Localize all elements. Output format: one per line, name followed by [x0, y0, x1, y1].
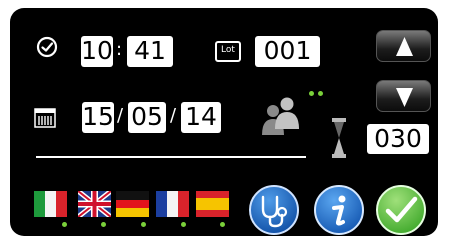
service-button[interactable]	[249, 185, 299, 235]
flag-english-button[interactable]	[76, 189, 113, 219]
lot-icon-label: Lot	[221, 45, 235, 55]
day-field[interactable]: 15	[82, 102, 114, 133]
month-field[interactable]: 05	[128, 102, 166, 133]
year-field[interactable]: 14	[181, 102, 221, 133]
arrow-down-icon	[396, 88, 413, 107]
users-icon[interactable]	[258, 91, 310, 141]
minutes-field[interactable]: 41	[127, 36, 173, 67]
language-indicator-dot	[141, 222, 146, 227]
language-indicator-dot	[101, 222, 106, 227]
language-indicator-dot	[62, 222, 67, 227]
down-button[interactable]	[376, 80, 431, 112]
uk-flag-icon	[76, 189, 113, 219]
time-separator: :	[116, 39, 123, 60]
spain-flag-icon	[196, 191, 229, 217]
lot-icon: Lot	[215, 41, 241, 62]
counter-field[interactable]: 030	[367, 124, 429, 154]
france-flag-icon	[156, 191, 189, 217]
date-separator-2: /	[170, 105, 177, 126]
users-indicator-dot	[309, 91, 314, 96]
hours-field[interactable]: 10	[81, 36, 113, 67]
language-indicator-dot	[181, 222, 186, 227]
flag-german-button[interactable]	[116, 191, 149, 217]
confirm-button[interactable]	[376, 185, 426, 235]
lot-field[interactable]: 001	[255, 36, 320, 67]
hourglass-icon	[332, 118, 346, 162]
calendar-icon	[34, 108, 56, 132]
checkmark-icon	[376, 185, 426, 235]
flag-spanish-button[interactable]	[196, 191, 229, 217]
language-indicator-dot	[220, 222, 225, 227]
info-icon	[314, 185, 364, 235]
users-indicator-dot	[318, 91, 323, 96]
info-button[interactable]	[314, 185, 364, 235]
germany-flag-icon	[116, 191, 149, 217]
stethoscope-icon	[249, 185, 299, 235]
flag-italian-button[interactable]	[34, 191, 67, 217]
clock-icon	[36, 36, 58, 62]
date-separator-1: /	[117, 105, 124, 126]
control-panel: 10 : 41 Lot 001 15 / 05 / 14 030	[10, 8, 438, 236]
italy-flag-icon	[34, 191, 67, 217]
flag-french-button[interactable]	[156, 191, 189, 217]
arrow-up-icon	[396, 37, 413, 56]
up-button[interactable]	[376, 30, 431, 62]
divider	[36, 156, 306, 158]
